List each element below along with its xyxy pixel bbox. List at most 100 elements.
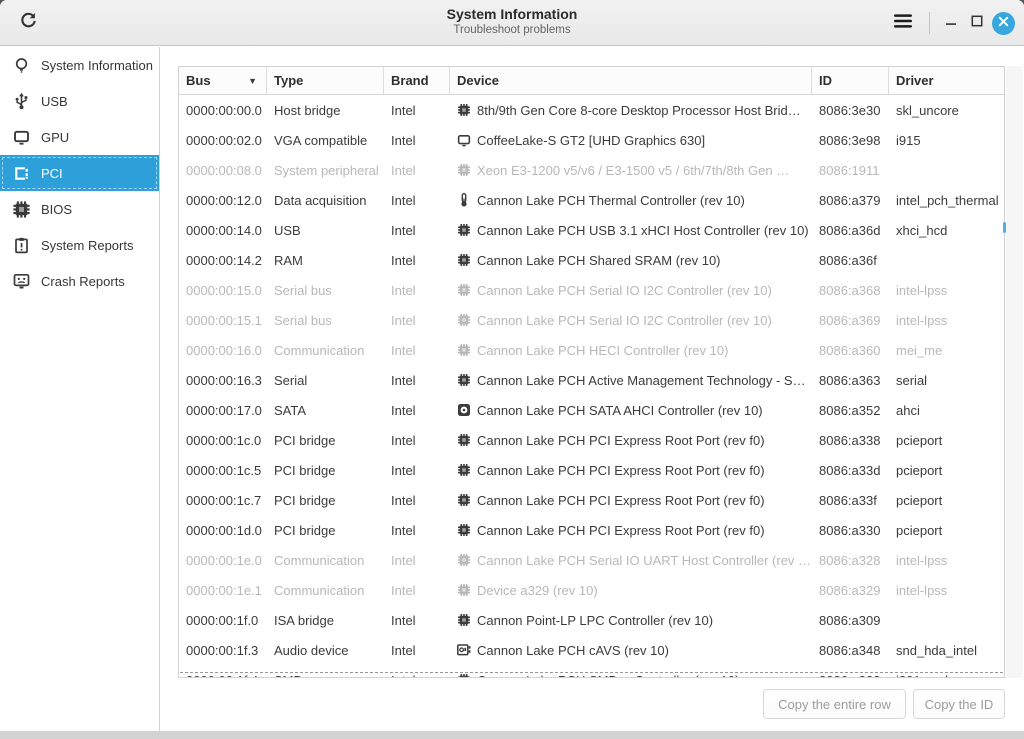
- sidebar-item-pci[interactable]: PCI: [0, 155, 159, 191]
- table-row[interactable]: 0000:00:1e.0 Communication Intel Cannon …: [179, 545, 1004, 575]
- cell-id: 8086:a36d: [812, 223, 889, 238]
- scrollbar-thumb[interactable]: [1003, 222, 1006, 233]
- column-header-bus[interactable]: Bus ▼: [179, 67, 267, 94]
- cell-driver: intel-lpss: [889, 583, 1003, 598]
- cell-type: Communication: [267, 343, 384, 358]
- table-row[interactable]: 0000:00:15.0 Serial bus Intel Cannon Lak…: [179, 275, 1004, 305]
- cell-bus: 0000:00:1e.0: [179, 553, 267, 568]
- cell-brand: Intel: [384, 253, 450, 268]
- table-row[interactable]: 0000:00:08.0 System peripheral Intel Xeo…: [179, 155, 1004, 185]
- device-name: Cannon Lake PCH PCI Express Root Port (r…: [477, 523, 765, 538]
- cell-brand: Intel: [384, 373, 450, 388]
- table-row[interactable]: 0000:00:16.3 Serial Intel Cannon Lake PC…: [179, 365, 1004, 395]
- cell-driver: i801_smbus: [889, 673, 1003, 679]
- table-row[interactable]: 0000:00:17.0 SATA Intel Cannon Lake PCH …: [179, 395, 1004, 425]
- table-row[interactable]: 0000:00:14.0 USB Intel Cannon Lake PCH U…: [179, 215, 1004, 245]
- column-header-brand[interactable]: Brand: [384, 67, 450, 94]
- maximize-button[interactable]: [964, 8, 990, 38]
- cell-type: Data acquisition: [267, 193, 384, 208]
- close-icon: [998, 14, 1009, 32]
- cell-type: System peripheral: [267, 163, 384, 178]
- table-row[interactable]: 0000:00:00.0 Host bridge Intel 8th/9th G…: [179, 95, 1004, 125]
- cell-bus: 0000:00:1c.5: [179, 463, 267, 478]
- chip-icon: [457, 493, 471, 507]
- device-name: Cannon Lake PCH PCI Express Root Port (r…: [477, 463, 765, 478]
- sidebar-item-label: USB: [41, 94, 68, 109]
- monitor-icon: [12, 128, 31, 147]
- cell-id: 8086:a369: [812, 313, 889, 328]
- table-row[interactable]: 0000:00:1f.4 SMBus Intel Cannon Lake PCH…: [179, 665, 1004, 678]
- cell-id: 8086:a33f: [812, 493, 889, 508]
- sidebar-item-bios[interactable]: BIOS: [0, 191, 159, 227]
- table-row[interactable]: 0000:00:1c.7 PCI bridge Intel Cannon Lak…: [179, 485, 1004, 515]
- device-name: Device a329 (rev 10): [477, 583, 598, 598]
- table-header-row: Bus ▼ Type Brand Device ID Driver: [179, 67, 1004, 95]
- audio-card-icon: [457, 643, 471, 657]
- table-row[interactable]: 0000:00:1d.0 PCI bridge Intel Cannon Lak…: [179, 515, 1004, 545]
- cell-id: 8086:a379: [812, 193, 889, 208]
- minimize-button[interactable]: [938, 8, 964, 38]
- cell-bus: 0000:00:12.0: [179, 193, 267, 208]
- table-row[interactable]: 0000:00:1c.5 PCI bridge Intel Cannon Lak…: [179, 455, 1004, 485]
- sidebar-item-crash-reports[interactable]: Crash Reports: [0, 263, 159, 299]
- column-header-type[interactable]: Type: [267, 67, 384, 94]
- table-row[interactable]: 0000:00:1c.0 PCI bridge Intel Cannon Lak…: [179, 425, 1004, 455]
- sidebar-item-label: PCI: [41, 166, 63, 181]
- cell-type: SATA: [267, 403, 384, 418]
- refresh-button[interactable]: [12, 8, 44, 38]
- table-row[interactable]: 0000:00:1e.1 Communication Intel Device …: [179, 575, 1004, 605]
- cell-id: 8086:a348: [812, 643, 889, 658]
- cell-type: VGA compatible: [267, 133, 384, 148]
- device-name: Cannon Lake PCH Active Management Techno…: [477, 373, 806, 388]
- cell-device: Cannon Lake PCH PCI Express Root Port (r…: [450, 523, 812, 538]
- chip-icon: [457, 343, 471, 357]
- device-name: Cannon Lake PCH cAVS (rev 10): [477, 643, 669, 658]
- sidebar-item-system-reports[interactable]: System Reports: [0, 227, 159, 263]
- cell-type: ISA bridge: [267, 613, 384, 628]
- sidebar-item-usb[interactable]: USB: [0, 83, 159, 119]
- cell-id: 8086:a309: [812, 613, 889, 628]
- column-header-id[interactable]: ID: [812, 67, 889, 94]
- cell-driver: i915: [889, 133, 1003, 148]
- table-row[interactable]: 0000:00:15.1 Serial bus Intel Cannon Lak…: [179, 305, 1004, 335]
- chip-icon: [457, 313, 471, 327]
- table-row[interactable]: 0000:00:1f.3 Audio device Intel Cannon L…: [179, 635, 1004, 665]
- cell-driver: intel-lpss: [889, 283, 1003, 298]
- cell-device: Cannon Lake PCH Serial IO I2C Controller…: [450, 283, 812, 298]
- system-information-window: System Information Troubleshoot problems: [0, 0, 1024, 739]
- column-header-device[interactable]: Device: [450, 67, 812, 94]
- cell-brand: Intel: [384, 463, 450, 478]
- column-header-driver[interactable]: Driver: [889, 67, 1003, 94]
- cell-device: Cannon Lake PCH PCI Express Root Port (r…: [450, 493, 812, 508]
- scrollbar-track[interactable]: [1006, 66, 1023, 678]
- table-row[interactable]: 0000:00:02.0 VGA compatible Intel Coffee…: [179, 125, 1004, 155]
- refresh-icon: [19, 11, 38, 35]
- chip-icon: [457, 433, 471, 447]
- cell-bus: 0000:00:1f.4: [179, 673, 267, 679]
- copy-id-button[interactable]: Copy the ID: [913, 689, 1005, 719]
- cell-type: Host bridge: [267, 103, 384, 118]
- table-row[interactable]: 0000:00:16.0 Communication Intel Cannon …: [179, 335, 1004, 365]
- sidebar-item-label: System Reports: [41, 238, 133, 253]
- cell-id: 8086:a329: [812, 583, 889, 598]
- cell-bus: 0000:00:02.0: [179, 133, 267, 148]
- column-header-label: ID: [819, 73, 832, 88]
- copy-entire-row-button[interactable]: Copy the entire row: [763, 689, 906, 719]
- table-row[interactable]: 0000:00:1f.0 ISA bridge Intel Cannon Poi…: [179, 605, 1004, 635]
- device-name: Cannon Lake PCH HECI Controller (rev 10): [477, 343, 728, 358]
- cell-device: Xeon E3-1200 v5/v6 / E3-1500 v5 / 6th/7t…: [450, 163, 812, 178]
- table-row[interactable]: 0000:00:12.0 Data acquisition Intel Cann…: [179, 185, 1004, 215]
- menu-button[interactable]: [887, 8, 919, 38]
- cell-type: SMBus: [267, 673, 384, 679]
- close-button[interactable]: [992, 12, 1015, 35]
- table-row[interactable]: 0000:00:14.2 RAM Intel Cannon Lake PCH S…: [179, 245, 1004, 275]
- cell-brand: Intel: [384, 553, 450, 568]
- cell-id: 8086:a33d: [812, 463, 889, 478]
- chip-icon: [457, 583, 471, 597]
- sidebar-item-gpu[interactable]: GPU: [0, 119, 159, 155]
- device-name: Cannon Lake PCH Serial IO I2C Controller…: [477, 313, 772, 328]
- cell-bus: 0000:00:1c.7: [179, 493, 267, 508]
- usb-icon: [12, 92, 31, 111]
- cell-type: Communication: [267, 583, 384, 598]
- sidebar-item-system-information[interactable]: System Information: [0, 47, 159, 83]
